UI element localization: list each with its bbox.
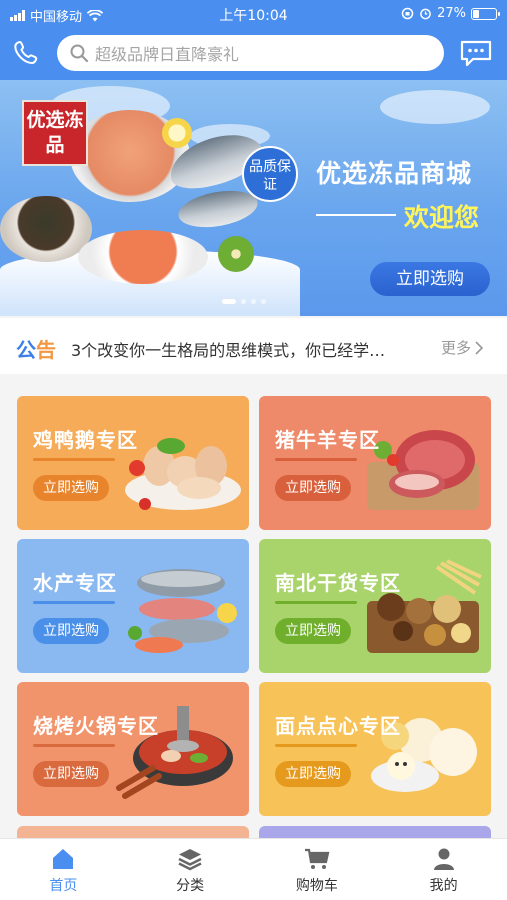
banner-shop-button[interactable]: 立即选购: [370, 262, 490, 296]
promo-banner[interactable]: 优选冻品 品质保证 优选冻品商城 欢迎您 立即选购: [0, 80, 507, 316]
category-underline: [33, 458, 115, 461]
search-placeholder: 超级品牌日直降豪礼: [95, 45, 240, 64]
category-shop-button[interactable]: 立即选购: [275, 618, 351, 644]
notice-label-part1: 公: [16, 338, 36, 362]
salmon-plate-image: [78, 230, 208, 284]
cart-icon: [304, 848, 330, 869]
category-title: 南北干货专区: [275, 571, 401, 595]
category-shop-button[interactable]: 立即选购: [275, 761, 351, 787]
category-shop-button[interactable]: 立即选购: [33, 761, 109, 787]
tab-cart[interactable]: 购物车: [254, 839, 381, 900]
category-card-partial[interactable]: [259, 826, 491, 838]
battery-percent: 27%: [437, 6, 466, 21]
search-input[interactable]: 超级品牌日直降豪礼: [57, 35, 444, 71]
rotation-lock-icon: [401, 7, 414, 20]
lemon-image: [162, 118, 192, 148]
banner-title: 优选冻品商城: [316, 159, 473, 188]
category-underline: [33, 601, 115, 604]
cloud-decoration: [380, 90, 490, 124]
category-underline: [33, 744, 115, 747]
category-title: 面点点心专区: [275, 714, 401, 738]
carousel-dots: [222, 299, 266, 304]
category-shop-button[interactable]: 立即选购: [33, 618, 109, 644]
tab-label: 分类: [176, 878, 205, 894]
tab-home[interactable]: 首页: [0, 839, 127, 900]
alarm-icon: [420, 8, 431, 20]
tab-label: 我的: [429, 878, 458, 894]
notice-bar[interactable]: 公告 3个改变你一生格局的思维模式，你已经学… 更多: [0, 318, 507, 374]
category-card[interactable]: 鸡鸭鹅专区 立即选购: [17, 396, 249, 530]
category-card[interactable]: 猪牛羊专区 立即选购: [259, 396, 491, 530]
phone-icon[interactable]: [12, 38, 42, 68]
battery-icon: [471, 7, 500, 20]
category-underline: [275, 744, 357, 747]
notice-more-link[interactable]: 更多: [441, 337, 484, 358]
category-card[interactable]: 水产专区 立即选购: [17, 539, 249, 673]
category-card[interactable]: 面点点心专区 立即选购: [259, 682, 491, 816]
chat-icon[interactable]: [459, 38, 493, 68]
quality-badge: 品质保证: [242, 146, 298, 202]
banner-tag: 优选冻品: [22, 100, 88, 166]
category-title: 猪牛羊专区: [275, 428, 380, 452]
category-card[interactable]: 烧烤火锅专区 立即选购: [17, 682, 249, 816]
notice-label: 公告: [16, 334, 56, 363]
category-card-partial[interactable]: [17, 826, 249, 838]
more-label: 更多: [441, 339, 472, 357]
home-icon: [53, 849, 74, 869]
bottom-tab-bar: 首页 分类 购物车 我的: [0, 838, 507, 900]
category-shop-button[interactable]: 立即选购: [33, 475, 109, 501]
tab-label: 购物车: [295, 878, 338, 894]
category-underline: [275, 458, 357, 461]
search-icon: [70, 44, 89, 63]
layers-icon: [178, 849, 202, 871]
category-shop-button[interactable]: 立即选购: [275, 475, 351, 501]
fish-image: [175, 185, 261, 233]
category-image: [119, 555, 243, 663]
status-bar: 中国移动 上午10:04 27%: [0, 0, 507, 28]
user-icon: [433, 848, 454, 870]
category-title: 水产专区: [33, 571, 117, 595]
category-underline: [275, 601, 357, 604]
category-title: 鸡鸭鹅专区: [33, 428, 138, 452]
category-card[interactable]: 南北干货专区 立即选购: [259, 539, 491, 673]
kiwi-image: [218, 236, 254, 272]
chevron-right-icon: [475, 340, 484, 355]
notice-text[interactable]: 3个改变你一生格局的思维模式，你已经学…: [71, 337, 433, 361]
banner-welcome: 欢迎您: [404, 203, 480, 232]
status-right: 27%: [401, 6, 500, 21]
tab-label: 首页: [49, 878, 78, 894]
tab-category[interactable]: 分类: [127, 839, 254, 900]
banner-divider: [316, 214, 396, 216]
category-title: 烧烤火锅专区: [33, 714, 159, 738]
tab-profile[interactable]: 我的: [380, 839, 507, 900]
header: 超级品牌日直降豪礼: [0, 28, 507, 80]
notice-label-part2: 告: [36, 338, 56, 362]
